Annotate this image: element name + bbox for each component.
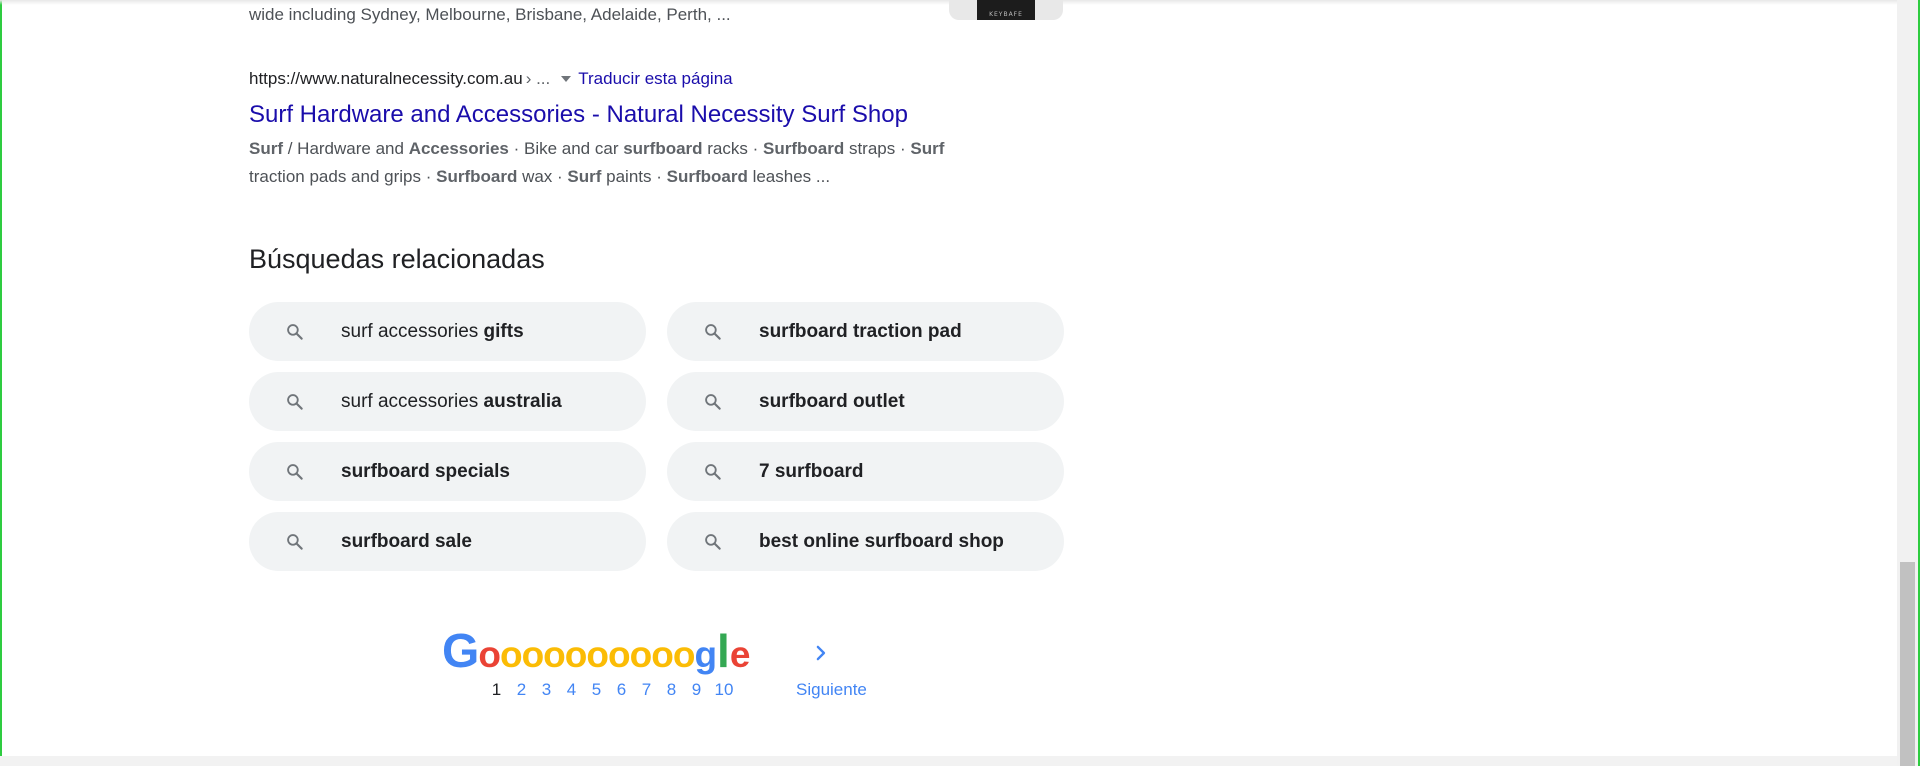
result-snippet-line-1: Surf / Hardware and Accessories · Bike a… [249,135,989,163]
related-search-label: surfboard sale [341,531,472,553]
page-numbers: 1 2 3 4 5 6 7 8 9 10 [484,680,739,700]
page-current: 1 [491,680,502,699]
related-search-bold: 7 surfboard [759,460,864,482]
search-icon [667,322,759,342]
logo-letter: o [672,634,696,675]
logo-letter: o [543,634,566,675]
result-url[interactable]: https://www.naturalnecessity.com.au [249,69,523,89]
related-search-label: best online surfboard shop [759,531,1004,553]
previous-result-snippet: wide including Sydney, Melbourne, Brisba… [249,5,731,24]
related-search-label: surfboard traction pad [759,321,962,343]
page-link-7[interactable]: 7 [634,680,659,700]
page-link-3[interactable]: 3 [534,680,559,700]
search-icon [667,532,759,552]
search-icon [667,462,759,482]
logo-letter: l [717,625,730,677]
result-cite-row: https://www.naturalnecessity.com.au › ..… [249,64,1069,94]
page-link-5[interactable]: 5 [584,680,609,700]
snippet-text: · Bike and car [508,139,624,158]
logo-letter: o [629,634,653,675]
related-search-plain: surf accessories [341,320,484,342]
translate-page-link[interactable]: Traducir esta página [578,69,732,89]
related-search-chip[interactable]: surf accessories australia [249,372,646,431]
related-search-bold: surfboard traction pad [759,320,962,342]
page-link-6[interactable]: 6 [609,680,634,700]
related-searches-grid: surf accessories gifts surfboard traction… [249,302,1065,571]
result-snippet: Surf / Hardware and Accessories · Bike a… [249,135,989,191]
related-search-chip[interactable]: best online surfboard shop [667,512,1064,571]
snippet-keyword: Surf [567,167,602,186]
logo-letter: g [694,634,718,675]
search-icon [249,532,341,552]
related-search-chip[interactable]: surf accessories gifts [249,302,646,361]
snippet-text: paints · [601,167,667,186]
chevron-right-icon[interactable] [810,642,832,664]
logo-letter: o [521,634,545,675]
snippet-text: racks · [702,139,763,158]
snippet-keyword: Surfboard [666,167,748,186]
logo-letter: o [478,634,501,675]
next-page-link[interactable]: Siguiente [796,680,867,700]
logo-letter: o [564,634,588,675]
result-snippet-line-2: traction pads and grips · Surfboard wax … [249,163,989,191]
related-search-chip[interactable]: surfboard outlet [667,372,1064,431]
snippet-text: wax · [517,167,568,186]
snippet-text: straps · [844,139,911,158]
related-search-label: 7 surfboard [759,461,864,483]
google-pagination-logo: Goooooooooogle [442,625,750,678]
logo-letter: o [499,634,523,675]
logo-letter: G [442,625,480,678]
related-search-bold: surfboard specials [341,460,510,482]
related-search-label: surfboard outlet [759,391,905,413]
page-link-2[interactable]: 2 [509,680,534,700]
snippet-text: traction pads and grips · [249,167,437,186]
search-icon [249,462,341,482]
related-search-bold: best online surfboard shop [759,530,1004,552]
snippet-keyword: Surf [910,139,945,158]
snippet-keyword: surfboard [623,139,703,158]
snippet-text: / Hardware and [283,139,409,158]
scrollbar-thumb[interactable] [1900,562,1915,766]
page-link-9[interactable]: 9 [684,680,709,700]
snippet-keyword: Surfboard [436,167,518,186]
related-search-bold: gifts [483,320,524,342]
related-search-chip[interactable]: surfboard sale [249,512,646,571]
snippet-text: leashes ... [747,167,831,186]
related-search-bold: surfboard outlet [759,390,905,412]
related-search-chip[interactable]: surfboard traction pad [667,302,1064,361]
page-link-4[interactable]: 4 [559,680,584,700]
related-search-label: surfboard specials [341,461,510,483]
related-search-plain: surf accessories [341,390,484,412]
snippet-keyword: Surfboard [763,139,845,158]
dropdown-arrow-icon[interactable] [561,76,572,82]
page-link-10[interactable]: 10 [709,680,739,700]
logo-letter: o [586,634,609,675]
logo-letter: e [729,634,751,675]
related-search-label: surf accessories gifts [341,321,524,343]
thumbnail-text: KEYBAFE [989,11,1023,18]
related-search-bold: surfboard sale [341,530,472,552]
pagination: Goooooooooogle 1 2 3 4 5 6 7 8 9 10 Siguiente [440,628,880,708]
related-search-label: surf accessories australia [341,391,562,413]
search-icon [667,392,759,412]
result-title-link[interactable]: Surf Hardware and Accessories - Natural … [249,99,1069,131]
previous-result-thumbnail[interactable]: KEYBAFE [949,0,1063,20]
snippet-keyword: Surf [249,139,283,158]
snippet-keyword: Accessories [408,139,509,158]
page-link-8[interactable]: 8 [659,680,684,700]
thumbnail-image: KEYBAFE [977,0,1035,20]
related-search-bold: australia [483,390,562,412]
logo-letter: o [651,634,674,675]
result-breadcrumb: › ... [525,69,551,88]
search-result: https://www.naturalnecessity.com.au › ..… [249,64,1069,191]
search-icon [249,322,341,342]
logo-letter: o [608,634,631,675]
search-icon [249,392,341,412]
related-searches-heading: Búsquedas relacionadas [249,244,545,274]
footer-band [0,756,1897,766]
related-search-chip[interactable]: 7 surfboard [667,442,1064,501]
related-search-chip[interactable]: surfboard specials [249,442,646,501]
